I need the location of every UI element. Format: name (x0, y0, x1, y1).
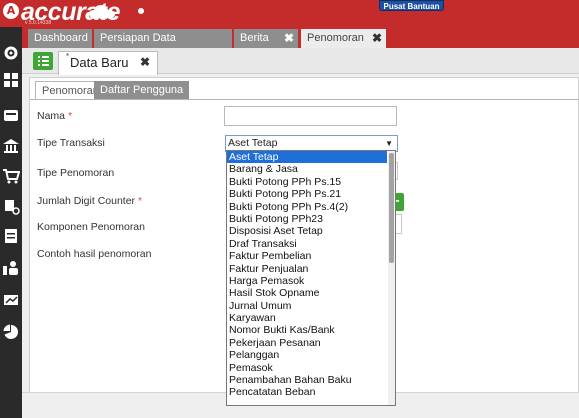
label-komponen: Komponen Penomoran (37, 221, 145, 233)
top-bar: A accurate online v 5.0.14338 Pusat Bant… (0, 0, 579, 27)
dropdown-option[interactable]: Pelanggan (227, 349, 387, 361)
dropdown-scrollbar-thumb[interactable] (389, 153, 394, 263)
bank-icon[interactable] (2, 137, 20, 155)
required-marker: * (137, 195, 143, 207)
label-contoh: Contoh hasil penomoran (37, 248, 152, 260)
label-nama: Nama * (37, 110, 72, 122)
cart-icon[interactable] (2, 167, 20, 185)
report-icon[interactable] (2, 291, 20, 309)
label-jumlah-digit-text: Jumlah Digit Counter (37, 195, 136, 207)
chevron-down-icon: ▼ (385, 139, 393, 148)
dropdown-option[interactable]: Draf Transaksi (227, 238, 387, 250)
dropdown-scrollbar[interactable] (388, 151, 395, 405)
dropdown-option[interactable]: Faktur Penjualan (227, 263, 387, 275)
label-nama-text: Nama (37, 110, 66, 122)
dropdown-option[interactable]: Bukti Potong PPh Ps.15 (227, 176, 387, 188)
help-button[interactable]: Pusat Bantuan (379, 0, 444, 11)
tab-berita-label: Berita (240, 32, 269, 44)
ledger-icon[interactable] (2, 227, 20, 245)
tab-persiapan-data-perusahaan[interactable]: Persiapan Data Perusahaan (94, 29, 232, 63)
dropdown-option-selected[interactable]: Aset Tetap (227, 151, 387, 164)
document-tab-close-icon[interactable]: ✖ (140, 51, 150, 73)
logo-badge-icon: A (3, 3, 19, 19)
dropdown-option[interactable]: Bukti Potong PPh Ps.21 (227, 188, 387, 200)
people-icon[interactable] (2, 259, 20, 277)
dropdown-option[interactable]: Bukti Potong PPh23 (227, 213, 387, 225)
dropdown-option[interactable]: Pemasok (227, 362, 387, 374)
dropdown-option[interactable]: Faktur Pembelian (227, 250, 387, 262)
grid-icon[interactable] (2, 71, 20, 89)
label-tipe-penomoran: Tipe Penomoran (37, 167, 115, 179)
dropdown-option[interactable]: Pekerjaan Pesanan (227, 337, 387, 349)
notification-dot-icon[interactable] (138, 8, 144, 14)
inventory-icon[interactable] (2, 197, 20, 215)
modified-marker: * (66, 52, 70, 61)
label-jumlah-digit: Jumlah Digit Counter * (37, 195, 142, 207)
tab-penomoran-close-icon[interactable]: ✖ (368, 29, 386, 48)
nama-input[interactable] (224, 106, 397, 126)
app-version: v 5.0.14338 (25, 20, 52, 26)
list-menu-icon[interactable] (33, 52, 53, 70)
dropdown-option[interactable]: Karyawan (227, 312, 387, 324)
document-tab-label: Data Baru (70, 55, 129, 70)
logo-suffix: online (91, 14, 112, 21)
dropdown-option[interactable]: Bukti Potong PPh Ps.4(2) (227, 201, 387, 213)
label-tipe-transaksi: Tipe Transaksi (37, 137, 105, 149)
dropdown-option[interactable]: Jurnal Umum (227, 300, 387, 312)
subtab-divider (30, 99, 578, 100)
dropdown-option[interactable]: Harga Pemasok (227, 275, 387, 287)
tipe-transaksi-value: Aset Tetap (228, 137, 278, 149)
dropdown-option[interactable]: Penambahan Bahan Baku (227, 374, 387, 386)
document-toolbar: * Data Baru ✖ (22, 48, 579, 75)
pie-chart-icon[interactable] (2, 323, 20, 341)
left-sidebar (0, 27, 22, 418)
required-marker: * (67, 110, 73, 122)
dropdown-option[interactable]: Barang & Jasa (227, 163, 387, 175)
main-tab-strip: Dashboard Persiapan Data Perusahaan Beri… (22, 27, 579, 63)
tab-berita-close-icon[interactable]: ✖ (280, 29, 298, 48)
dropdown-option[interactable]: Disposisi Aset Tetap (227, 225, 387, 237)
subtab-daftar-pengguna[interactable]: Daftar Pengguna (94, 81, 190, 100)
dropdown-option[interactable]: Nomor Bukti Kas/Bank (227, 324, 387, 336)
tab-penomoran[interactable]: Penomoran (301, 29, 369, 48)
dropdown-option[interactable]: Pencatatan Beban (227, 386, 387, 398)
wallet-icon[interactable] (2, 106, 20, 124)
tipe-transaksi-dropdown[interactable]: Aset Tetap Barang & Jasa Bukti Potong PP… (226, 150, 396, 406)
tab-dashboard[interactable]: Dashboard (28, 29, 92, 48)
dropdown-option[interactable]: Hasil Stok Opname (227, 287, 387, 299)
settings-icon[interactable] (2, 44, 20, 62)
